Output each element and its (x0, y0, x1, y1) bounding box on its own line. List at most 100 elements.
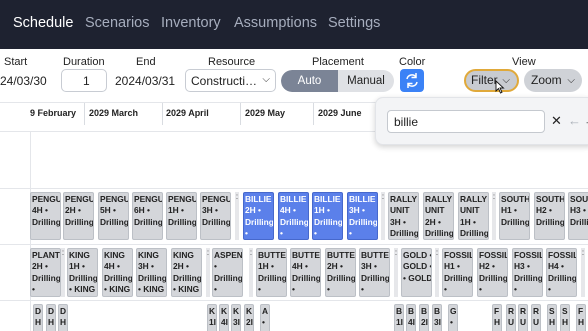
task-card[interactable]: SOUTH H3 • Drilling (568, 192, 588, 240)
task-card[interactable]: K 2I (244, 304, 254, 331)
task-card-label: G • (450, 306, 457, 328)
task-card[interactable]: PENGU 6H • Drilling (132, 192, 163, 240)
filter-button[interactable]: Filter ⌵ (464, 69, 519, 92)
tab-inventory[interactable]: Inventory (161, 15, 221, 31)
task-card[interactable]: PENGU 3H • Drilling (200, 192, 231, 240)
task-card[interactable]: PLANT 2H • Drilling • (30, 248, 61, 297)
task-card[interactable]: ASPEN • Drilling • (212, 248, 243, 297)
task-card[interactable]: BILLIE 3H • Drilling • (347, 192, 378, 240)
task-card[interactable]: G • (448, 304, 458, 331)
start-field[interactable]: 24/03/30 (0, 74, 47, 88)
task-separator: : (492, 192, 496, 240)
task-card[interactable]: PENGU 5H • Drilling (98, 192, 129, 240)
task-card[interactable]: D H (33, 304, 43, 331)
task-card[interactable]: D H (58, 304, 68, 331)
task-card-label: FOSSIL H3 • Drilling • (514, 250, 543, 295)
task-card[interactable]: KING 4H • Drilling • KING (102, 248, 133, 297)
task-card[interactable]: KING 1H • Drilling • KING (67, 248, 98, 297)
task-separator: : (381, 192, 385, 240)
task-card-label: RALLY UNIT 2H • Drilling (425, 194, 454, 239)
task-separator: : (249, 248, 253, 297)
arrow-right-icon[interactable]: → (584, 113, 588, 128)
task-card-label: KING 2H • Drilling • KING (173, 250, 202, 295)
task-card[interactable]: A • (260, 304, 270, 331)
task-card[interactable]: BILLIE 1H • Drilling • (312, 192, 343, 240)
task-card-label: R U (508, 306, 515, 328)
task-card-label: KING 1H • Drilling • KING (69, 250, 98, 295)
task-card-label: RALLY UNIT 3H • Drilling (390, 194, 419, 239)
task-card[interactable]: BILLIE 4H • Drilling • (278, 192, 309, 240)
task-card[interactable]: F H (576, 304, 586, 331)
task-card[interactable]: R U (531, 304, 541, 331)
task-card[interactable]: FOSSIL H2 • Drilling • (477, 248, 508, 297)
task-card-label: K 3I (233, 306, 240, 328)
task-card-label: B 1I (396, 306, 403, 328)
task-separator: : (435, 248, 439, 297)
task-card[interactable]: SOUTH H2 • Drilling (534, 192, 565, 240)
duration-field[interactable]: 1 (61, 69, 107, 92)
task-card[interactable]: BILLIE 2H • Drilling • (243, 192, 274, 240)
task-card[interactable]: RALLY UNIT 1H • Drilling (458, 192, 489, 240)
tab-assumptions[interactable]: Assumptions (234, 15, 317, 31)
task-card[interactable]: FOSSIL H1 • Drilling • (442, 248, 473, 297)
mouse-cursor-icon (495, 80, 505, 94)
zoom-button-label: Zoom (531, 73, 562, 87)
task-card[interactable]: RALLY UNIT 3H • Drilling (388, 192, 419, 240)
task-card[interactable]: PENGU 2H • Drilling (63, 192, 94, 240)
task-card-label: F H (578, 306, 585, 328)
resource-value: Constructi… (191, 74, 258, 88)
task-separator: : (61, 248, 65, 297)
task-card[interactable]: KING 2H • Drilling • KING (171, 248, 202, 297)
task-card-label: D H (60, 306, 67, 328)
task-card[interactable]: S H (560, 304, 570, 331)
task-card-label: K 1I (209, 306, 216, 328)
placement-auto-button[interactable]: Auto (281, 70, 338, 92)
task-card[interactable]: B 2I (419, 304, 429, 331)
tab-scenarios[interactable]: Scenarios (85, 15, 149, 31)
task-card[interactable]: K 4I (219, 304, 229, 331)
task-card[interactable]: PENGU 4H • Drilling (30, 192, 61, 240)
resource-select[interactable]: Constructi… ⌵ (185, 69, 276, 92)
task-card[interactable]: SOUTH H1 • Drilling (499, 192, 530, 240)
task-card[interactable]: BUTTE 4H • Drilling • (290, 248, 321, 297)
task-card-label: D H (48, 306, 55, 328)
start-label: Start (4, 56, 28, 68)
task-card[interactable]: B 1I (394, 304, 404, 331)
tab-settings[interactable]: Settings (328, 15, 380, 31)
zoom-button[interactable]: Zoom ⌵ (524, 69, 582, 92)
task-card[interactable]: BUTTE 3H • Drilling • (359, 248, 390, 297)
task-card[interactable]: FOSSIL H3 • Drilling • (512, 248, 543, 297)
task-card[interactable]: R U (506, 304, 516, 331)
task-card-label: SOUTH H1 • Drilling (501, 194, 530, 227)
close-icon[interactable]: ✕ (551, 113, 562, 129)
task-card[interactable]: B 4I (406, 304, 416, 331)
task-card[interactable]: K 3I (231, 304, 241, 331)
task-card[interactable]: F H (492, 304, 502, 331)
task-card[interactable]: K 1I (207, 304, 217, 331)
end-field[interactable]: 2024/03/31 (115, 74, 175, 88)
color-refresh-button[interactable] (400, 69, 424, 92)
task-card[interactable]: D H (46, 304, 56, 331)
task-card-label: PENGU 3H • Drilling (202, 194, 231, 227)
task-card[interactable]: BUTTE 1H • Drilling • (256, 248, 287, 297)
task-card-label: BUTTE 1H • Drilling • (258, 250, 287, 295)
task-card[interactable]: B 3I (432, 304, 442, 331)
task-card[interactable]: KING 3H • Drilling • KING (136, 248, 167, 297)
tab-schedule[interactable]: Schedule (13, 15, 73, 31)
filter-search-input[interactable] (387, 110, 545, 133)
task-card[interactable]: GOLD • GOLD • • GOLD (401, 248, 432, 297)
task-card-label: R U (520, 306, 527, 328)
task-card-label: K 2I (246, 306, 253, 328)
task-card-label: PLANT 2H • Drilling • (32, 250, 61, 295)
month-label: 2029 June (318, 108, 362, 118)
arrow-left-icon[interactable]: ← (568, 113, 581, 128)
placement-manual-button[interactable]: Manual (338, 70, 394, 92)
task-card[interactable]: S H (547, 304, 557, 331)
task-card-label: S H (562, 306, 569, 328)
task-card[interactable]: PENGU 1H • Drilling (166, 192, 197, 240)
task-card[interactable]: FOSSIL H4 • Drilling • (546, 248, 577, 297)
task-card[interactable]: BUTTE 2H • Drilling • (325, 248, 356, 297)
task-card[interactable]: RALLY UNIT 2H • Drilling (423, 192, 454, 240)
task-card[interactable]: R U (518, 304, 528, 331)
task-card-label: SOUTH H3 • Drilling (570, 194, 588, 227)
